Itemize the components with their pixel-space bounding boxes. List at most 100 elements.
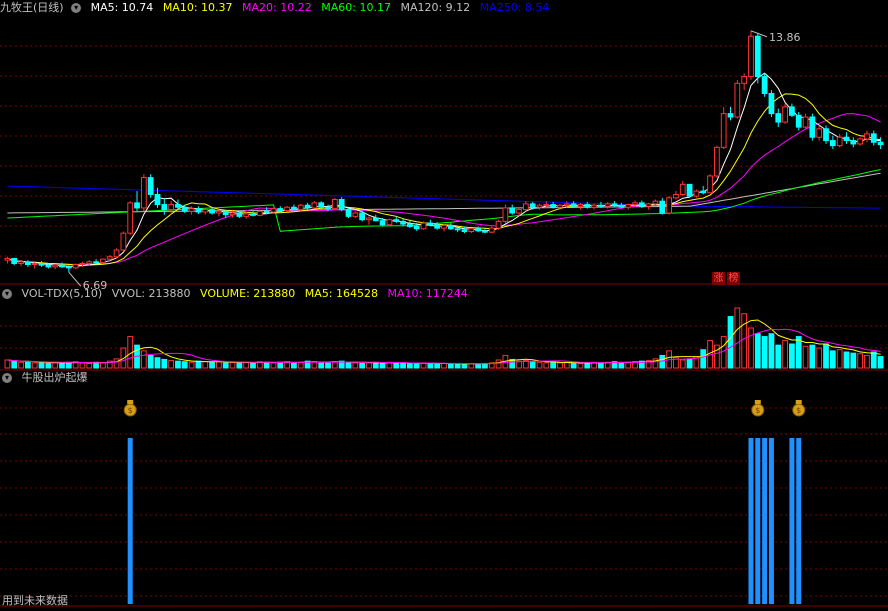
ma20-label: MA20: 10.22 (242, 1, 312, 14)
chevron-down-icon[interactable]: ▾ (71, 3, 82, 13)
volume-bar (195, 360, 202, 369)
candle-body (775, 113, 782, 123)
main-panel-header: 九牧王(日线) ▾ MA5: 10.74 MA10: 10.37 MA20: 1… (0, 0, 555, 16)
volume-bar (168, 360, 175, 369)
volume-bar (748, 327, 754, 369)
candle-body (713, 146, 720, 177)
candle-body (229, 212, 236, 216)
candle-body (748, 35, 754, 78)
candle-body (502, 207, 509, 222)
ma60-label: MA60: 10.17 (321, 1, 391, 14)
volume-bar (18, 361, 24, 369)
volume-bar (229, 361, 236, 369)
candle-body (195, 208, 202, 213)
candle-body (686, 183, 693, 197)
candle-body (113, 249, 120, 258)
volume-bar (809, 344, 816, 369)
limit-up-tag[interactable]: 涨 (712, 272, 725, 285)
volume-bar (563, 361, 570, 369)
signal-bar (789, 438, 795, 604)
volume-bar (659, 354, 666, 369)
volume-bar (427, 362, 434, 369)
candle-body (836, 136, 843, 147)
volume-bar (366, 362, 372, 369)
volume-title[interactable]: VOL-TDX(5,10) (22, 287, 103, 300)
candle-body (598, 204, 604, 207)
stock-title[interactable]: 九牧王(日线) (0, 1, 64, 14)
candle-body (632, 202, 638, 206)
candle (488, 226, 495, 234)
candle-body (454, 228, 461, 231)
candle-body (202, 209, 209, 213)
candle (250, 211, 256, 217)
candle (11, 257, 18, 266)
candle-body (673, 193, 679, 199)
candle-body (475, 228, 481, 232)
candle-body (277, 208, 284, 212)
signal-panel-header: ▾ 牛股出炉起爆 (0, 370, 94, 386)
signal-bar (762, 438, 768, 604)
candle-body (488, 227, 495, 233)
volume-bar (816, 347, 823, 369)
candle-body (175, 204, 181, 208)
candle (24, 260, 31, 267)
volume-bar (870, 351, 877, 369)
candle-body (638, 202, 645, 207)
candle-body (857, 138, 864, 145)
candle-body (823, 128, 829, 142)
ranking-tag[interactable]: 榜 (727, 272, 740, 285)
candle-body (441, 224, 447, 229)
volume-bar (461, 363, 468, 369)
volume-bar (850, 352, 857, 369)
candle (768, 90, 775, 118)
volume-bar (720, 336, 727, 369)
volume-label: VOLUME: 213880 (200, 287, 296, 300)
candle-body (625, 204, 632, 208)
candle-body (529, 203, 536, 208)
candle-body (570, 203, 577, 207)
candle (4, 256, 11, 264)
candle-body (618, 204, 625, 208)
candle (823, 125, 829, 144)
candle-body (516, 209, 522, 214)
chevron-down-icon[interactable]: ▾ (2, 373, 12, 383)
candle (161, 197, 168, 215)
candle (345, 207, 352, 219)
candle-body (93, 261, 99, 264)
volume-bar (679, 359, 686, 369)
candle-body (413, 225, 420, 230)
candle (761, 73, 768, 97)
candle (782, 103, 788, 124)
candle (611, 201, 618, 208)
candle-body (720, 113, 727, 148)
candle-body (645, 203, 652, 207)
candle (468, 228, 475, 234)
candle-body (557, 204, 563, 208)
money-bag-symbol: $ (796, 406, 801, 415)
candle-body (829, 140, 836, 147)
candle-body (679, 183, 686, 195)
signal-bars (127, 438, 802, 604)
volume-bar (215, 361, 222, 369)
volume-bar (864, 354, 870, 369)
chevron-down-icon[interactable]: ▾ (2, 289, 12, 299)
candle-body (754, 35, 761, 78)
candle-body (659, 200, 666, 214)
signal-title[interactable]: 牛股出炉起爆 (22, 371, 88, 384)
candle-body (611, 203, 618, 206)
price-annotations: 13.866.69 (68, 30, 800, 292)
candle-body (802, 116, 809, 128)
volume-bar (45, 362, 52, 369)
candle-body (591, 204, 597, 208)
ma5-label: MA5: 10.74 (90, 1, 154, 14)
volume-bar (100, 362, 106, 369)
candle-body (24, 261, 31, 265)
volume-bar (4, 359, 11, 369)
candle (591, 203, 597, 210)
candle-body (65, 266, 72, 269)
money-bag-neck (795, 400, 802, 404)
volume-bar (754, 333, 761, 369)
candle-body (127, 202, 134, 234)
candle-body (700, 190, 707, 194)
candle (188, 206, 195, 215)
